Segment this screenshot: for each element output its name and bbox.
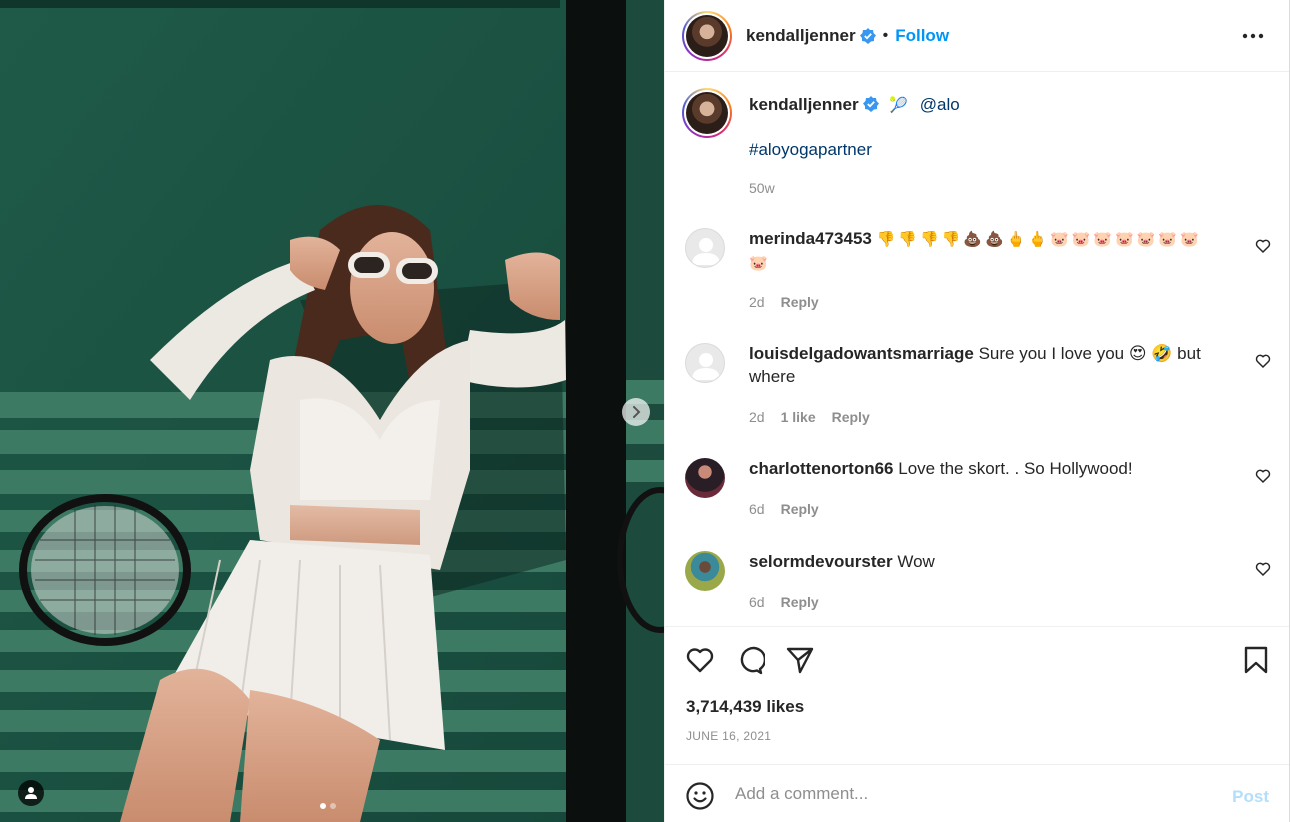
chevron-right-icon <box>633 406 641 418</box>
emoji-icon[interactable] <box>685 781 715 811</box>
comment-age: 2d <box>749 409 765 425</box>
commenter-avatar[interactable] <box>685 551 725 591</box>
post-details-panel: kendalljenner • Follow kendalljenner 🎾 @… <box>664 0 1290 822</box>
caption-author-avatar[interactable] <box>682 88 732 138</box>
comment-item: charlottenorton66 Love the skort. . So H… <box>665 452 1289 532</box>
commenter-username[interactable]: selormdevourster <box>749 552 893 571</box>
comment-text: Love the skort. . So Hollywood! <box>898 459 1133 478</box>
like-comment-heart-icon[interactable] <box>1255 353 1271 369</box>
comment-item: louisdelgadowantsmarriage Sure you I lov… <box>665 337 1289 437</box>
tagged-users-button[interactable] <box>18 780 44 806</box>
caption-hashtag-link[interactable]: #aloyogapartner <box>749 140 872 159</box>
reply-button[interactable]: Reply <box>781 594 819 610</box>
more-options-icon <box>1242 33 1264 39</box>
caption-emoji: 🎾 <box>889 96 912 114</box>
separator-dot: • <box>882 26 889 44</box>
commenter-username[interactable]: merinda473453 <box>749 229 872 248</box>
post-comment-button[interactable]: Post <box>1232 787 1269 807</box>
reply-button[interactable]: Reply <box>781 501 819 517</box>
reply-button[interactable]: Reply <box>781 294 819 310</box>
verified-badge-icon <box>862 96 879 112</box>
carousel-next-button[interactable] <box>622 398 650 426</box>
commenter-username[interactable]: louisdelgadowantsmarriage <box>749 344 974 363</box>
comment-item: selormdevourster Wow 6d Reply <box>665 545 1289 625</box>
follow-button[interactable]: Follow <box>895 26 949 46</box>
likes-count[interactable]: 3,714,439 likes <box>686 697 804 717</box>
carousel-dot <box>330 803 336 809</box>
author-username[interactable]: kendalljenner <box>746 26 856 46</box>
caption-author-username[interactable]: kendalljenner <box>749 95 859 114</box>
commenter-avatar[interactable] <box>685 228 725 268</box>
post-photo <box>0 0 664 822</box>
post-date: JUNE 16, 2021 <box>686 729 772 743</box>
caption-age: 50w <box>749 180 775 196</box>
share-icon[interactable] <box>785 645 815 675</box>
post-header: kendalljenner • Follow <box>665 0 1289 72</box>
like-comment-heart-icon[interactable] <box>1255 238 1271 254</box>
commenter-username[interactable]: charlottenorton66 <box>749 459 894 478</box>
comment-age: 6d <box>749 501 765 517</box>
comment-age: 2d <box>749 294 765 310</box>
carousel-dot <box>320 803 326 809</box>
post-actions: 3,714,439 likes JUNE 16, 2021 <box>665 626 1289 764</box>
comment-item: merinda473453 👎👎👎👎💩💩🖕🖕🐷🐷🐷🐷🐷🐷🐷🐷 2d Reply <box>665 222 1289 322</box>
comment-icon[interactable] <box>735 645 765 675</box>
commenter-avatar[interactable] <box>685 458 725 498</box>
tag-user-icon <box>25 787 37 799</box>
comment-text: Wow <box>897 552 935 571</box>
comment-likes-count[interactable]: 1 like <box>781 409 816 425</box>
commenter-avatar[interactable] <box>685 343 725 383</box>
add-comment-input[interactable] <box>735 779 1205 809</box>
like-comment-heart-icon[interactable] <box>1255 561 1271 577</box>
reply-button[interactable]: Reply <box>832 409 870 425</box>
post-caption: kendalljenner 🎾 @alo #aloyogapartner 50w <box>665 88 1289 198</box>
bookmark-icon[interactable] <box>1241 645 1271 675</box>
verified-badge-icon <box>859 27 876 44</box>
comments-list[interactable]: kendalljenner 🎾 @alo #aloyogapartner 50w… <box>665 72 1289 626</box>
caption-mention-link[interactable]: @alo <box>920 95 960 114</box>
like-comment-heart-icon[interactable] <box>1255 468 1271 484</box>
comment-composer: Post <box>665 764 1289 822</box>
post-media <box>0 0 664 822</box>
carousel-indicator <box>320 803 336 809</box>
comment-age: 6d <box>749 594 765 610</box>
author-avatar[interactable] <box>682 10 732 61</box>
heart-icon[interactable] <box>685 645 715 675</box>
more-options-button[interactable] <box>1241 24 1265 48</box>
